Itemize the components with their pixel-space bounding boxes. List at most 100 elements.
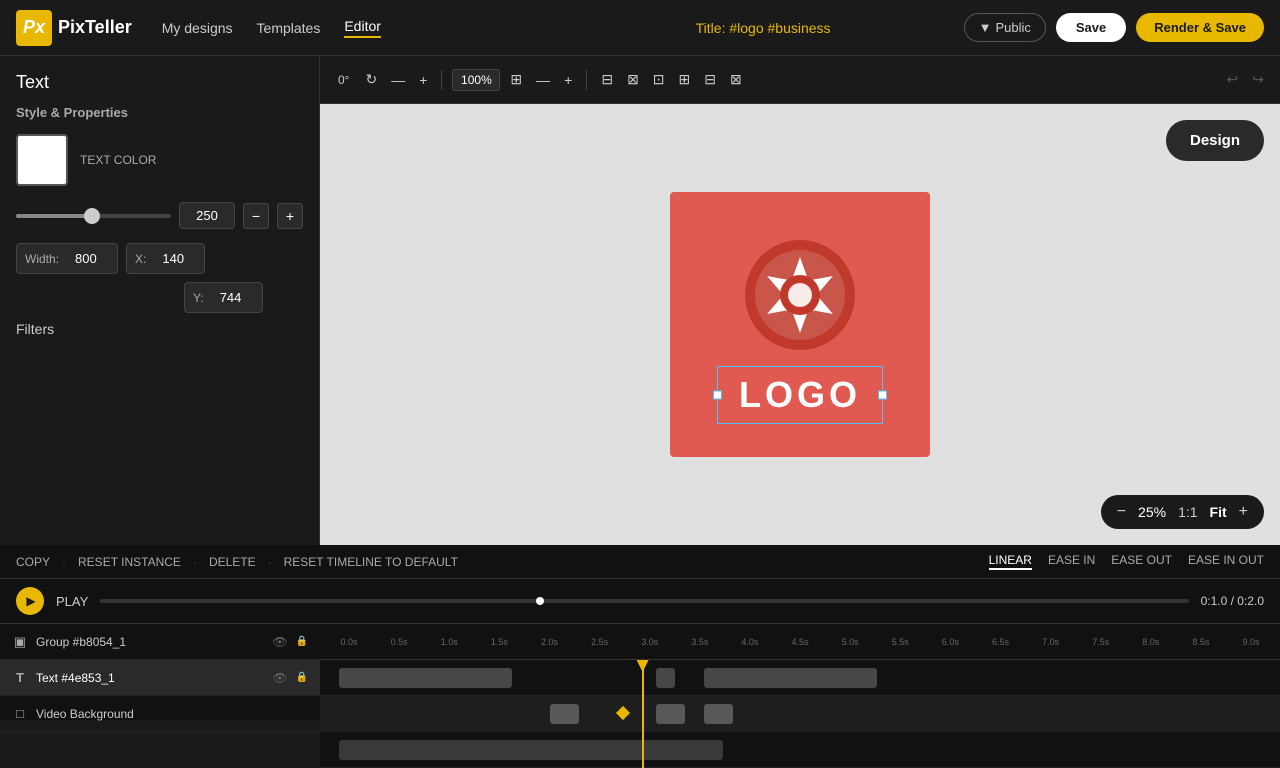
logo-text-display: LOGO bbox=[739, 374, 861, 415]
text-kf-diamond-1[interactable] bbox=[616, 706, 630, 720]
undo-icon[interactable]: ↩ bbox=[1223, 69, 1243, 90]
align-center-v-icon[interactable]: ⊟ bbox=[700, 69, 720, 90]
timeline-controls: ▶ PLAY 0:1.0 / 0:2.0 bbox=[0, 579, 1280, 624]
reset-timeline-action[interactable]: RESET TIMELINE TO DEFAULT bbox=[284, 555, 458, 569]
group-kf-block-3[interactable] bbox=[704, 668, 877, 688]
timeline-scrubber[interactable] bbox=[100, 599, 1188, 603]
time-marks: 0.0s 0.5s 1.0s 1.5s 2.0s 2.5s 3.0s 3.5s … bbox=[324, 637, 1276, 647]
minus-icon-2[interactable]: — bbox=[532, 70, 554, 90]
nav-templates[interactable]: Templates bbox=[257, 20, 321, 36]
track-video[interactable]: □ Video Background bbox=[0, 696, 320, 732]
align-left-icon[interactable]: ⊟ bbox=[597, 69, 617, 90]
timeline-actions: COPY · RESET INSTANCE · DELETE · RESET T… bbox=[0, 545, 1280, 579]
editor-area: 0° ↻ — + ⊞ — + ⊟ ⊠ ⊡ ⊞ ⊟ ⊠ ↩ ↪ Design bbox=[320, 56, 1280, 545]
text-kf-3[interactable] bbox=[704, 704, 733, 724]
group-track-name: Group #b8054_1 bbox=[36, 635, 264, 649]
eye-icon-group[interactable]: 👁 bbox=[272, 635, 287, 649]
text-kf-1[interactable] bbox=[550, 704, 579, 724]
text-color-swatch[interactable] bbox=[16, 134, 68, 186]
logo-text-wrapper[interactable]: LOGO bbox=[727, 370, 873, 420]
plus-icon-1[interactable]: + bbox=[415, 70, 431, 90]
plus-icon-2[interactable]: + bbox=[560, 70, 576, 90]
xy-group: X: 140 bbox=[126, 243, 205, 274]
zoom-percent: 25% bbox=[1138, 504, 1166, 520]
group-icon: ▣ bbox=[12, 634, 28, 650]
x-label: X: bbox=[127, 245, 154, 273]
logo[interactable]: Px PixTeller bbox=[16, 10, 132, 46]
timeline: COPY · RESET INSTANCE · DELETE · RESET T… bbox=[0, 545, 1280, 720]
ease-out[interactable]: EASE OUT bbox=[1111, 553, 1172, 570]
font-size-row: 250 − + bbox=[16, 202, 303, 229]
lock-icon-group[interactable]: 🔒 bbox=[296, 636, 308, 647]
minus-icon-1[interactable]: — bbox=[387, 70, 409, 90]
play-button[interactable]: ▶ bbox=[16, 587, 44, 615]
video-track-row bbox=[320, 732, 1280, 768]
y-item: Y: 744 bbox=[184, 282, 263, 313]
font-size-slider[interactable] bbox=[16, 214, 171, 218]
reset-instance-action[interactable]: RESET INSTANCE bbox=[78, 555, 181, 569]
ease-in-out[interactable]: EASE IN OUT bbox=[1188, 553, 1264, 570]
width-label: Width: bbox=[17, 246, 67, 272]
zoom-input[interactable] bbox=[452, 69, 500, 91]
copy-action[interactable]: COPY bbox=[16, 555, 50, 569]
video-track-name: Video Background bbox=[36, 707, 308, 721]
time-marks-header: 0.0s 0.5s 1.0s 1.5s 2.0s 2.5s 3.0s 3.5s … bbox=[320, 624, 1280, 660]
save-button[interactable]: Save bbox=[1056, 13, 1126, 42]
y-row: Y: 744 bbox=[16, 282, 303, 313]
track-group[interactable]: ▣ Group #b8054_1 👁 🔒 bbox=[0, 624, 320, 660]
video-kf-block[interactable] bbox=[339, 740, 723, 760]
top-navigation: Px PixTeller My designs Templates Editor… bbox=[0, 0, 1280, 56]
rotate-icon[interactable]: ↻ bbox=[361, 69, 381, 90]
x-value: 140 bbox=[154, 244, 204, 273]
x-item: X: 140 bbox=[126, 243, 205, 274]
sel-handle-mr bbox=[878, 390, 887, 399]
group-track-row bbox=[320, 660, 1280, 696]
align-bottom-icon[interactable]: ⊠ bbox=[726, 69, 746, 90]
nav-my-designs[interactable]: My designs bbox=[162, 20, 233, 36]
delete-action[interactable]: DELETE bbox=[209, 555, 256, 569]
font-size-decrease[interactable]: − bbox=[243, 203, 269, 229]
y-label: Y: bbox=[185, 284, 212, 312]
grid-icon[interactable]: ⊞ bbox=[506, 69, 526, 90]
render-save-button[interactable]: Render & Save bbox=[1136, 13, 1264, 42]
nav-title: Title: #logo #business bbox=[563, 20, 964, 36]
public-button[interactable]: ▼ Public bbox=[964, 13, 1046, 42]
design-button[interactable]: Design bbox=[1166, 120, 1264, 161]
sep-2 bbox=[586, 70, 587, 90]
width-value: 800 bbox=[67, 245, 117, 272]
ease-in[interactable]: EASE IN bbox=[1048, 553, 1095, 570]
track-rows bbox=[320, 660, 1280, 768]
text-track-row bbox=[320, 696, 1280, 732]
redo-icon[interactable]: ↪ bbox=[1248, 69, 1268, 90]
toolbar: 0° ↻ — + ⊞ — + ⊟ ⊠ ⊡ ⊞ ⊟ ⊠ ↩ ↪ bbox=[320, 56, 1280, 104]
sidebar-text-section: Text Style & Properties TEXT COLOR 250 −… bbox=[0, 56, 319, 353]
zoom-in-button[interactable]: + bbox=[1239, 503, 1248, 521]
sep-1 bbox=[441, 70, 442, 90]
font-size-increase[interactable]: + bbox=[277, 203, 303, 229]
track-timeline: 0.0s 0.5s 1.0s 1.5s 2.0s 2.5s 3.0s 3.5s … bbox=[320, 624, 1280, 768]
align-right-icon[interactable]: ⊡ bbox=[649, 69, 669, 90]
lock-icon-text[interactable]: 🔒 bbox=[296, 672, 308, 683]
align-center-h-icon[interactable]: ⊠ bbox=[623, 69, 643, 90]
group-kf-block-1[interactable] bbox=[339, 668, 512, 688]
linear-ease[interactable]: LINEAR bbox=[989, 553, 1032, 570]
eye-icon-text[interactable]: 👁 bbox=[272, 671, 287, 685]
group-kf-block-2[interactable] bbox=[656, 668, 675, 688]
canvas-preview: LOGO bbox=[670, 192, 930, 457]
font-size-input[interactable]: 250 bbox=[179, 202, 235, 229]
y-value: 744 bbox=[212, 283, 262, 312]
timeline-handle bbox=[536, 597, 544, 605]
text-track-icon: T bbox=[12, 670, 28, 685]
zoom-out-button[interactable]: − bbox=[1117, 503, 1126, 521]
timeline-tracks: ▣ Group #b8054_1 👁 🔒 T Text #4e853_1 👁 🔒… bbox=[0, 624, 1280, 768]
canvas-container: Design bbox=[320, 104, 1280, 545]
text-kf-2[interactable] bbox=[656, 704, 685, 724]
align-top-icon[interactable]: ⊞ bbox=[675, 69, 695, 90]
nav-editor[interactable]: Editor bbox=[344, 18, 381, 38]
zoom-bar: − 25% 1:1 Fit + bbox=[1101, 495, 1264, 529]
track-text[interactable]: T Text #4e853_1 👁 🔒 bbox=[0, 660, 320, 696]
width-group: Width: 800 bbox=[16, 243, 118, 274]
main-content: Text Style & Properties TEXT COLOR 250 −… bbox=[0, 56, 1280, 545]
zoom-fit-button[interactable]: Fit bbox=[1210, 504, 1227, 520]
logo-text: PixTeller bbox=[58, 17, 132, 38]
